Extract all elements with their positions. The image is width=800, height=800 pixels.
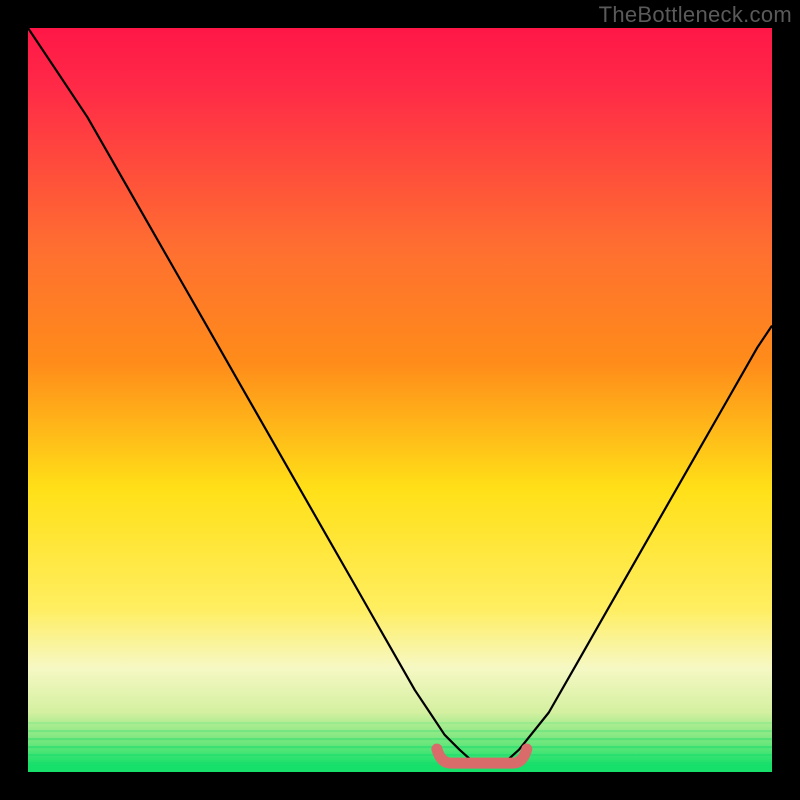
green-band bbox=[28, 738, 772, 740]
bottleneck-chart bbox=[0, 0, 800, 800]
green-band bbox=[28, 754, 772, 756]
plot-background bbox=[28, 28, 772, 772]
green-band bbox=[28, 722, 772, 724]
watermark-text: TheBottleneck.com bbox=[599, 2, 792, 28]
green-band bbox=[28, 746, 772, 748]
green-band bbox=[28, 762, 772, 764]
green-band bbox=[28, 730, 772, 732]
chart-container: TheBottleneck.com bbox=[0, 0, 800, 800]
